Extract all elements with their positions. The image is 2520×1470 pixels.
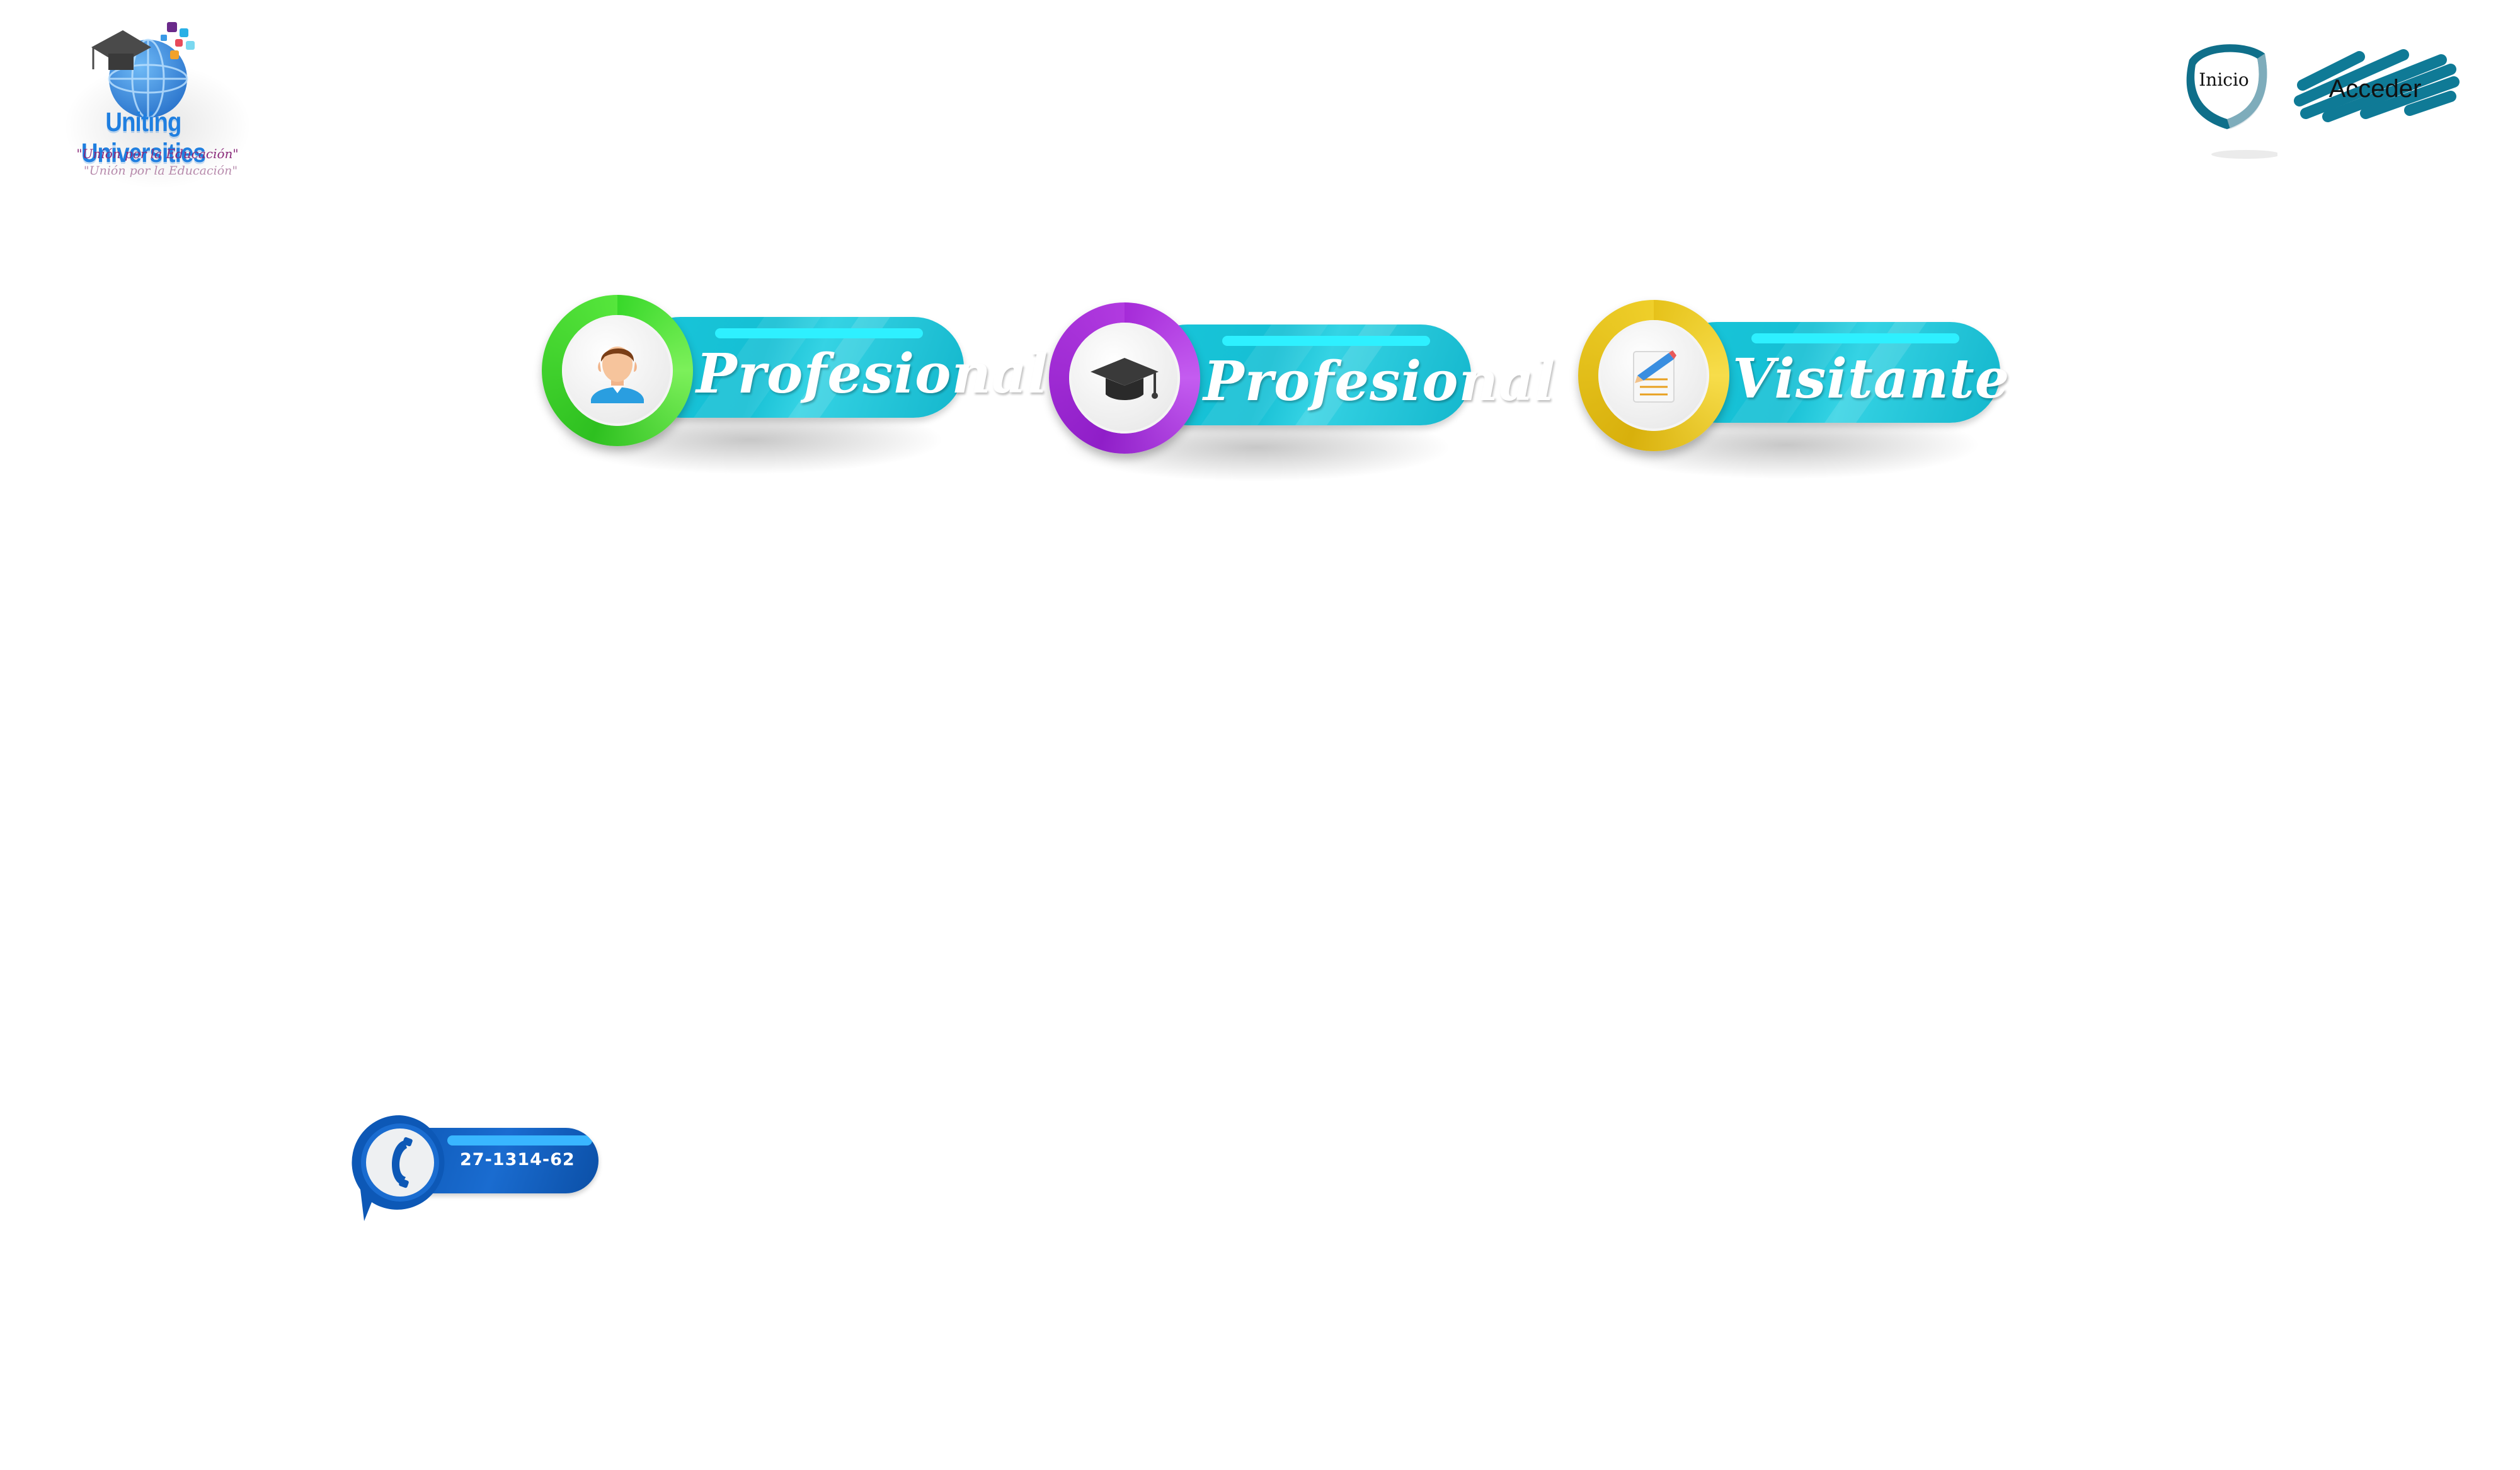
notepad-pencil-icon bbox=[1633, 350, 1676, 403]
phone-icon bbox=[352, 1115, 445, 1221]
role-label: Profesional bbox=[696, 342, 1049, 406]
phone-number: 27-1314-62 bbox=[460, 1150, 575, 1169]
logo-slogan: "Unión por la Educación" bbox=[76, 146, 239, 161]
role-label: Visitante bbox=[1732, 347, 2010, 411]
role-button-profesional-1[interactable]: Profesional bbox=[542, 295, 1049, 484]
pill-highlight bbox=[447, 1135, 592, 1146]
role-button-profesional-2[interactable]: Profesional bbox=[1049, 302, 1556, 491]
nav-inicio-label: Inicio bbox=[2199, 69, 2249, 90]
nav-acceder-label: Acceder bbox=[2328, 75, 2422, 103]
pill-highlight bbox=[1751, 333, 1959, 343]
role-label: Profesional bbox=[1203, 350, 1556, 413]
nav-acceder-button[interactable]: Acceder bbox=[2290, 47, 2460, 129]
phone-contact-badge[interactable]: 27-1314-62 bbox=[346, 1109, 611, 1235]
logo-slogan-echo: "Unión por la Educación" bbox=[83, 164, 238, 178]
user-avatar-icon bbox=[591, 347, 644, 403]
nav-inicio-button[interactable]: Inicio bbox=[2177, 35, 2281, 161]
shield-badge-icon bbox=[2186, 44, 2281, 159]
site-logo[interactable]: Uniting Universities "Unión por la Educa… bbox=[50, 13, 265, 202]
role-ring bbox=[1049, 302, 1200, 454]
role-ring bbox=[542, 295, 693, 446]
role-ring bbox=[1578, 300, 1729, 451]
pill-highlight bbox=[1222, 336, 1430, 346]
role-button-visitante[interactable]: Visitante bbox=[1578, 300, 2019, 489]
graduation-cap-icon bbox=[1091, 358, 1159, 400]
pill-highlight bbox=[715, 328, 923, 338]
